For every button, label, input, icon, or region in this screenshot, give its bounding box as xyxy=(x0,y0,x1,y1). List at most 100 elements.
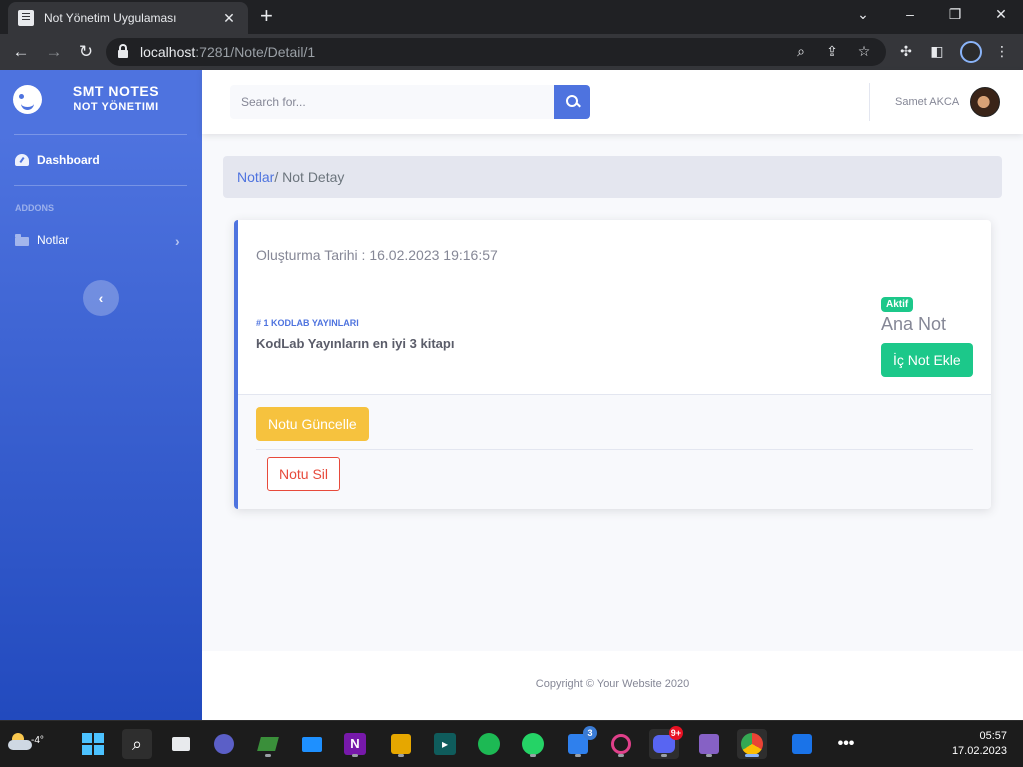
running-indicator xyxy=(352,754,358,757)
lock-icon[interactable] xyxy=(118,44,128,58)
note-detail-card: Oluşturma Tarihi : 16.02.2023 19:16:57 #… xyxy=(234,220,991,509)
tachometer-icon xyxy=(15,154,29,166)
weather-temp: -4° xyxy=(31,735,44,746)
sidebar-brand[interactable]: SMT NOTES NOT YÖNETIMI xyxy=(0,70,202,134)
search-input[interactable] xyxy=(230,85,554,119)
back-icon[interactable]: ← xyxy=(10,42,32,62)
topbar-divider xyxy=(869,83,870,121)
clock-time: 05:57 xyxy=(979,730,1007,742)
sidebar-divider xyxy=(14,134,187,135)
app-green-cube[interactable] xyxy=(253,729,283,759)
monitor-icon xyxy=(302,736,322,752)
start-button[interactable] xyxy=(78,729,108,759)
clock-date: 17.02.2023 xyxy=(951,745,1007,757)
browser-tab-strip: Not Yönetim Uygulaması ✕ + ⌄ – ❐ ✕ xyxy=(0,0,1023,34)
running-indicator xyxy=(745,754,759,757)
bookmark-star-icon[interactable]: ☆ xyxy=(855,43,873,60)
minimize-icon[interactable]: – xyxy=(900,6,920,22)
camera-icon xyxy=(214,734,234,754)
extensions-icon[interactable]: ✣ xyxy=(897,43,915,60)
update-note-button[interactable]: Notu Güncelle xyxy=(256,407,369,441)
tab-search-icon[interactable]: ⌄ xyxy=(853,6,873,23)
footer-divider xyxy=(256,449,973,450)
folder-icon xyxy=(15,233,29,246)
sidebar-item-label: Notlar xyxy=(37,233,70,247)
running-indicator xyxy=(398,754,404,757)
profile-avatar[interactable] xyxy=(960,41,982,63)
task-view-icon xyxy=(172,737,190,751)
chrome-icon xyxy=(741,733,763,755)
running-indicator xyxy=(530,754,536,757)
chrome-app[interactable] xyxy=(737,729,767,759)
breadcrumb-link-notes[interactable]: Notlar xyxy=(237,169,274,185)
chevron-right-icon[interactable]: › xyxy=(175,233,180,249)
side-panel-icon[interactable]: ◧ xyxy=(928,43,946,60)
breadcrumb: Notlar/ Not Detay xyxy=(223,156,1002,198)
tab-title: Not Yönetim Uygulaması xyxy=(44,11,177,25)
note-tag: # 1 KODLAB YAYINLARI xyxy=(256,318,359,328)
restore-icon[interactable]: ❐ xyxy=(945,6,965,23)
zoom-icon[interactable]: ⌕ xyxy=(792,43,810,60)
weather-widget[interactable]: -4° xyxy=(8,731,44,757)
visual-studio-icon xyxy=(699,734,719,754)
share-icon[interactable]: ⇪ xyxy=(823,43,841,60)
add-sub-note-button[interactable]: İç Not Ekle xyxy=(881,343,973,377)
note-type: Ana Not xyxy=(881,314,947,334)
status-badge: Aktif xyxy=(881,297,914,312)
more-menu-icon[interactable]: ⋮ xyxy=(993,43,1011,60)
window-close-icon[interactable]: ✕ xyxy=(991,6,1011,23)
delete-note-button[interactable]: Notu Sil xyxy=(267,457,341,491)
browser-toolbar: ← → ↻ localhost:7281/Note/Detail/1 ⌕ ⇪ ☆… xyxy=(0,34,1023,70)
task-view-button[interactable] xyxy=(166,729,196,759)
discord-app[interactable]: 9+ xyxy=(649,726,683,759)
windows-taskbar: -4° ⌕ N ▸ 3 9+ ••• 05:57 17.02.2023 xyxy=(0,720,1023,767)
running-indicator xyxy=(706,754,712,757)
calendar-app[interactable] xyxy=(787,729,817,759)
windows-icon xyxy=(82,733,104,755)
url-host: localhost xyxy=(140,44,196,60)
search-icon: ⌕ xyxy=(131,733,143,754)
browser-tab[interactable]: Not Yönetim Uygulaması ✕ xyxy=(8,2,248,34)
running-indicator xyxy=(618,754,624,757)
more-apps-button[interactable]: ••• xyxy=(831,729,861,759)
brand-subtitle: NOT YÖNETIMI xyxy=(73,101,159,113)
running-indicator xyxy=(265,754,271,757)
close-icon[interactable]: ✕ xyxy=(220,10,238,27)
reload-icon[interactable]: ↻ xyxy=(75,42,97,62)
app-power[interactable] xyxy=(606,729,636,759)
url-path: :7281/Note/Detail/1 xyxy=(195,44,316,60)
sidebar-toggle-button[interactable]: ‹ xyxy=(83,280,119,316)
cloud-icon xyxy=(8,740,32,750)
meet-app[interactable] xyxy=(209,729,239,759)
app-remote-desktop[interactable] xyxy=(297,729,327,759)
system-clock[interactable]: 05:57 17.02.2023 xyxy=(945,729,1007,759)
sidebar: SMT NOTES NOT YÖNETIMI Dashboard ADDONS … xyxy=(0,70,202,720)
user-name[interactable]: Samet AKCA xyxy=(895,96,959,108)
page-icon xyxy=(18,10,34,26)
spotify-app[interactable] xyxy=(474,729,504,759)
forward-icon[interactable]: → xyxy=(43,42,65,62)
copyright-text: Copyright © Your Website 2020 xyxy=(535,678,690,690)
onenote-app[interactable]: N xyxy=(340,729,370,759)
sidebar-item-dashboard[interactable]: Dashboard xyxy=(15,153,100,167)
search-taskbar-button[interactable]: ⌕ xyxy=(122,729,152,759)
laugh-wink-icon xyxy=(13,85,42,114)
visual-studio-app[interactable] xyxy=(694,729,724,759)
new-tab-icon[interactable]: + xyxy=(260,5,273,27)
running-indicator xyxy=(575,754,581,757)
whatsapp-icon xyxy=(522,733,544,755)
card-footer: Notu Güncelle Notu Sil xyxy=(238,394,991,509)
onenote-icon: N xyxy=(344,733,366,755)
power-icon xyxy=(611,734,631,754)
avatar[interactable] xyxy=(970,87,1000,117)
sidebar-item-notes[interactable]: Notlar xyxy=(15,233,69,247)
address-bar[interactable]: localhost:7281/Note/Detail/1 ⌕ ⇪ ☆ xyxy=(106,38,886,66)
app-tools[interactable] xyxy=(386,729,416,759)
search-button[interactable] xyxy=(554,85,590,119)
notification-badge: 9+ xyxy=(668,726,683,740)
vscode-app[interactable]: 3 xyxy=(563,726,597,759)
calendar-icon xyxy=(792,734,812,754)
whatsapp-app[interactable] xyxy=(518,729,548,759)
terminal-icon: ▸ xyxy=(434,733,456,755)
app-terminal[interactable]: ▸ xyxy=(430,729,460,759)
